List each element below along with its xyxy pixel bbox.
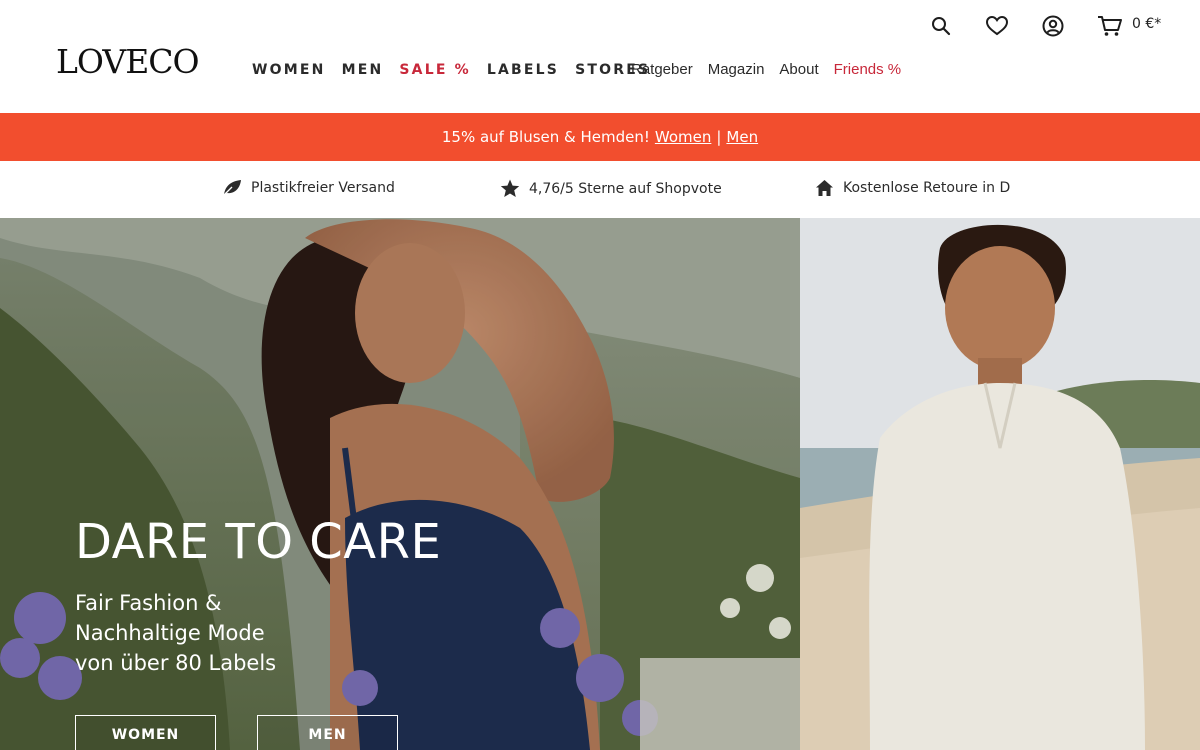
nav-item-about[interactable]: About — [779, 60, 818, 80]
promo-text: 15% auf Blusen & Hemden! — [441, 128, 650, 146]
usp-returns: Kostenlose Retoure in D — [815, 179, 1010, 197]
heart-icon[interactable] — [983, 12, 1011, 40]
usp-text: 4,76/5 Sterne auf Shopvote — [529, 180, 722, 197]
hero-title: DARE TO CARE — [75, 514, 442, 570]
usp-rating: 4,76/5 Sterne auf Shopvote — [500, 179, 722, 198]
cart-total[interactable]: 0 €* — [1132, 16, 1161, 32]
secondary-navigation: Ratgeber Magazin About Friends % — [631, 60, 916, 80]
usp-text: Plastikfreier Versand — [251, 180, 395, 196]
hero-men-button[interactable]: MEN — [257, 715, 398, 750]
search-icon[interactable] — [927, 12, 955, 40]
leaf-icon — [222, 180, 241, 197]
nav-item-men[interactable]: MEN — [342, 60, 384, 80]
nav-item-friends[interactable]: Friends % — [834, 60, 902, 80]
hero-image-men[interactable] — [800, 218, 1200, 750]
hero-women-button[interactable]: WOMEN — [75, 715, 216, 750]
hero-subtitle-line: Fair Fashion & — [75, 591, 222, 615]
hero-subtitle-line: von über 80 Labels — [75, 651, 277, 675]
promo-link-men[interactable]: Men — [726, 128, 758, 146]
hero-photo-men — [800, 218, 1200, 750]
promo-link-women[interactable]: Women — [655, 128, 711, 146]
site-header: LOVECO WOMEN MEN SALE % LABELS STORES Ra… — [0, 0, 1200, 113]
home-icon — [816, 180, 833, 196]
nav-item-women[interactable]: WOMEN — [252, 60, 326, 80]
nav-item-ratgeber[interactable]: Ratgeber — [631, 60, 693, 80]
user-icon[interactable] — [1039, 12, 1067, 40]
usp-plastic-free: Plastikfreier Versand — [222, 179, 395, 197]
promo-separator: | — [716, 128, 722, 146]
cart-icon[interactable] — [1096, 12, 1124, 40]
nav-item-sale[interactable]: SALE % — [399, 60, 471, 80]
hero-subtitle: Fair Fashion & Nachhaltige Mode von über… — [75, 588, 276, 678]
usp-bar: Plastikfreier Versand 4,76/5 Sterne auf … — [0, 161, 1200, 218]
nav-item-magazin[interactable]: Magazin — [708, 60, 765, 80]
hero-subtitle-line: Nachhaltige Mode — [75, 621, 265, 645]
promo-banner: 15% auf Blusen & Hemden! Women | Men — [0, 113, 1200, 161]
main-navigation: WOMEN MEN SALE % LABELS STORES — [252, 60, 666, 80]
star-icon — [500, 179, 520, 197]
brand-logo[interactable]: LOVECO — [56, 40, 200, 84]
usp-text: Kostenlose Retoure in D — [843, 180, 1011, 196]
nav-item-labels[interactable]: LABELS — [487, 60, 559, 80]
